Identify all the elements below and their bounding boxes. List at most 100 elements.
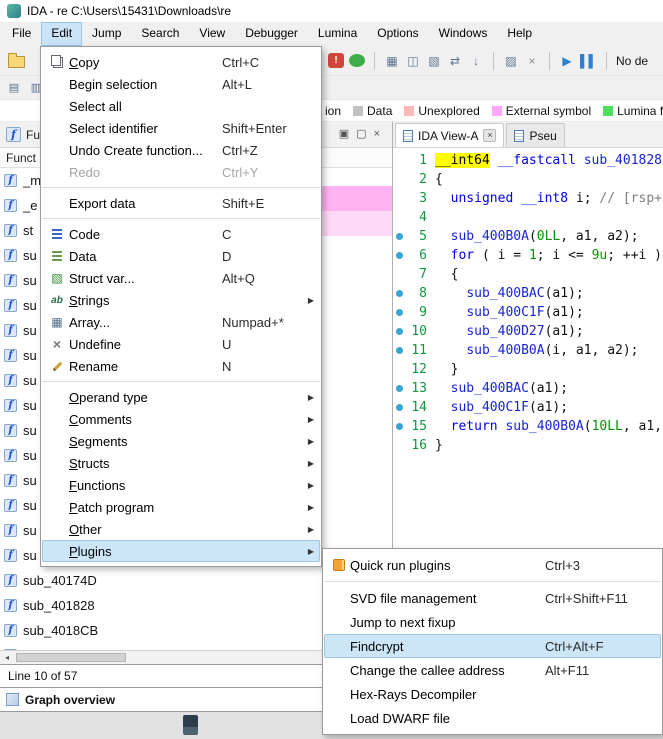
menu-item-shortcut: U bbox=[222, 337, 316, 352]
code-line[interactable]: 14 sub_400C1F(a1); bbox=[393, 398, 663, 417]
menubar-item[interactable]: Windows bbox=[429, 22, 498, 46]
edit-menu-item[interactable]: Strings ▶ bbox=[42, 289, 320, 311]
create-struct-icon[interactable]: ▦ bbox=[384, 53, 400, 69]
plugins-submenu-item[interactable]: Hex-Rays Decompiler bbox=[324, 682, 661, 706]
menubar-item[interactable]: Lumina bbox=[308, 22, 367, 46]
code-line[interactable]: 5 sub_400B0A(0LL, a1, a2); bbox=[393, 227, 663, 246]
add-segment-icon[interactable]: ▧ bbox=[426, 53, 442, 69]
code-line[interactable]: 15 return sub_400B0A(10LL, a1, a2); bbox=[393, 417, 663, 436]
menubar-item[interactable]: Search bbox=[131, 22, 189, 46]
menu-item-shortcut: Ctrl+C bbox=[222, 55, 316, 70]
edit-menu-item[interactable]: Select identifier Shift+Enter bbox=[42, 117, 320, 139]
code-line[interactable]: 12 } bbox=[393, 360, 663, 379]
edit-menu-item[interactable]: Structs ▶ bbox=[42, 452, 320, 474]
plugins-submenu-item[interactable]: Load DWARF file bbox=[324, 706, 661, 730]
edit-menu-item[interactable]: Functions ▶ bbox=[42, 474, 320, 496]
close-pane-icon[interactable]: × bbox=[374, 129, 380, 140]
code-line[interactable]: 11 sub_400B0A(i, a1, a2); bbox=[393, 341, 663, 360]
lumina-connected-icon[interactable] bbox=[349, 54, 365, 67]
edit-menu-item[interactable]: Plugins ▶ bbox=[42, 540, 320, 562]
view-tab[interactable]: Pseu bbox=[506, 123, 564, 147]
edit-menu-item[interactable]: Data D bbox=[42, 245, 320, 267]
plugins-submenu-item[interactable]: SVD file management Ctrl+Shift+F11 bbox=[324, 586, 661, 610]
function-name: su bbox=[23, 323, 37, 338]
open-file-icon[interactable] bbox=[8, 56, 25, 68]
code-line[interactable]: 3 unsigned __int8 i; // [rsp+1Fh] bbox=[393, 189, 663, 208]
lumina-problem-icon[interactable]: ! bbox=[328, 53, 344, 68]
strings-icon bbox=[45, 295, 69, 306]
navigate-down-icon[interactable]: ↓ bbox=[468, 53, 484, 69]
function-name: su bbox=[23, 248, 37, 263]
close-tab-icon[interactable]: × bbox=[483, 129, 496, 142]
float-pane-icon[interactable]: ▢ bbox=[356, 129, 366, 140]
menubar-item[interactable]: Jump bbox=[82, 22, 131, 46]
menu-item-label: Export data bbox=[69, 196, 222, 211]
snapshot-icon[interactable]: ▨ bbox=[503, 53, 519, 69]
start-process-icon[interactable]: ▶ bbox=[559, 53, 575, 69]
edit-menu-item[interactable]: Code C bbox=[42, 223, 320, 245]
code-text: { bbox=[435, 170, 443, 189]
code-line[interactable]: 1 __int64 __fastcall sub_401828(__in bbox=[393, 151, 663, 170]
menubar-item[interactable]: File bbox=[2, 22, 41, 46]
dock-pane-icon[interactable]: ▣ bbox=[339, 129, 349, 140]
edit-menu-item[interactable]: Copy Ctrl+C bbox=[42, 51, 320, 73]
edit-menu-item[interactable]: Other ▶ bbox=[42, 518, 320, 540]
scroll-left-icon[interactable]: ◂ bbox=[0, 653, 14, 662]
edit-menu-item[interactable] bbox=[42, 183, 320, 192]
sync-views-icon[interactable]: ◫ bbox=[405, 53, 421, 69]
menubar-item[interactable]: View bbox=[189, 22, 235, 46]
edit-menu-item[interactable]: Begin selection Alt+L bbox=[42, 73, 320, 95]
code-line[interactable]: 4 bbox=[393, 208, 663, 227]
plugins-submenu-item[interactable]: Jump to next fixup bbox=[324, 610, 661, 634]
pause-process-icon[interactable]: ▌▌ bbox=[580, 53, 597, 69]
close-window-icon[interactable]: × bbox=[524, 53, 540, 69]
code-line[interactable]: 13 sub_400BAC(a1); bbox=[393, 379, 663, 398]
code-line[interactable]: 8 sub_400BAC(a1); bbox=[393, 284, 663, 303]
edit-menu-item[interactable]: Segments ▶ bbox=[42, 430, 320, 452]
code-line[interactable]: 16 } bbox=[393, 436, 663, 455]
code-text: unsigned __int8 i; // [rsp+1Fh] bbox=[435, 189, 663, 208]
edit-menu-item[interactable]: Undo Create function... Ctrl+Z bbox=[42, 139, 320, 161]
function-icon: f bbox=[4, 299, 17, 312]
window-list-icon[interactable]: ▤ bbox=[6, 80, 22, 96]
edit-menu-item[interactable] bbox=[42, 214, 320, 223]
line-number: 3 bbox=[406, 189, 427, 208]
code-line[interactable]: 7 { bbox=[393, 265, 663, 284]
edit-menu-item[interactable]: Operand type ▶ bbox=[42, 386, 320, 408]
edit-menu-item[interactable]: Redo Ctrl+Y bbox=[42, 161, 320, 183]
edit-menu-item[interactable]: Patch program ▶ bbox=[42, 496, 320, 518]
menu-item-shortcut: Alt+L bbox=[222, 77, 316, 92]
jump-address-icon[interactable]: ⇄ bbox=[447, 53, 463, 69]
plugins-submenu-item[interactable] bbox=[324, 577, 661, 586]
plugins-submenu-item[interactable]: Findcrypt Ctrl+Alt+F bbox=[324, 634, 661, 658]
edit-menu-item[interactable]: Undefine U bbox=[42, 333, 320, 355]
plugins-submenu-item[interactable]: Quick run plugins Ctrl+3 bbox=[324, 553, 661, 577]
taskbar-app-icon[interactable] bbox=[183, 715, 198, 735]
app-icon bbox=[7, 4, 21, 18]
menubar-item[interactable]: Edit bbox=[41, 22, 82, 46]
debugger-selector[interactable]: No de bbox=[616, 54, 648, 68]
code-line[interactable]: 10 sub_400D27(a1); bbox=[393, 322, 663, 341]
code-line[interactable]: 9 sub_400C1F(a1); bbox=[393, 303, 663, 322]
function-icon: f bbox=[4, 349, 17, 362]
data-icon bbox=[45, 251, 69, 261]
edit-menu-item[interactable]: Struct var... Alt+Q bbox=[42, 267, 320, 289]
menubar-item[interactable]: Debugger bbox=[235, 22, 308, 46]
edit-menu-item[interactable]: Select all bbox=[42, 95, 320, 117]
dot-column bbox=[393, 189, 406, 208]
menubar-item[interactable]: Options bbox=[367, 22, 428, 46]
view-tab[interactable]: IDA View-A × bbox=[395, 123, 504, 147]
statement-dot-icon bbox=[396, 290, 403, 297]
menubar-item[interactable]: Help bbox=[497, 22, 542, 46]
edit-menu-item[interactable] bbox=[42, 377, 320, 386]
edit-menu-item[interactable]: Rename N bbox=[42, 355, 320, 377]
plugins-submenu-item[interactable]: Change the callee address Alt+F11 bbox=[324, 658, 661, 682]
code-line[interactable]: 6 for ( i = 1; i <= 9u; ++i ) bbox=[393, 246, 663, 265]
edit-menu-item[interactable]: Export data Shift+E bbox=[42, 192, 320, 214]
legend-label: ion bbox=[325, 104, 341, 118]
code-line[interactable]: 2 { bbox=[393, 170, 663, 189]
code-text: return sub_400B0A(10LL, a1, a2); bbox=[435, 417, 663, 436]
scrollbar-thumb[interactable] bbox=[16, 653, 126, 662]
edit-menu-item[interactable]: Array... Numpad+* bbox=[42, 311, 320, 333]
edit-menu-item[interactable]: Comments ▶ bbox=[42, 408, 320, 430]
